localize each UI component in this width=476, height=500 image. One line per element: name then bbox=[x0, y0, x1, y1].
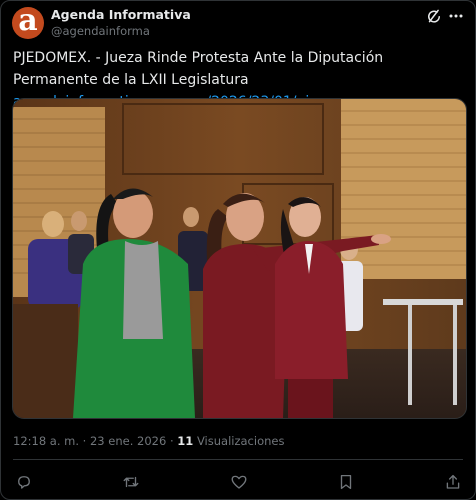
views-count: 11 bbox=[177, 434, 194, 448]
tweet-date[interactable]: 23 ene. 2026 bbox=[90, 434, 166, 448]
share-icon bbox=[446, 474, 460, 489]
share-button[interactable] bbox=[442, 471, 464, 493]
tweet-photo[interactable] bbox=[12, 98, 467, 419]
views-label: Visualizaciones bbox=[196, 434, 285, 448]
avatar[interactable]: a bbox=[12, 7, 44, 39]
divider bbox=[13, 459, 463, 460]
grok-icon[interactable] bbox=[425, 7, 443, 25]
meta-separator: · bbox=[82, 434, 87, 448]
meta-separator-2: · bbox=[169, 434, 174, 448]
heart-icon bbox=[231, 475, 247, 489]
bookmark-button[interactable] bbox=[335, 471, 357, 493]
photo-illustration bbox=[13, 99, 466, 418]
bookmark-icon bbox=[340, 474, 352, 490]
tweet-meta: 12:18 a. m. · 23 ene. 2026 · 11 Visualiz… bbox=[13, 434, 284, 448]
account-handle[interactable]: @agendainforma bbox=[51, 24, 150, 38]
more-icon[interactable] bbox=[448, 10, 464, 22]
tweet-card[interactable]: a Agenda Informativa @agendainforma PJED… bbox=[0, 0, 476, 500]
account-name[interactable]: Agenda Informativa bbox=[51, 7, 191, 22]
retweet-icon bbox=[123, 476, 139, 488]
like-button[interactable] bbox=[228, 471, 250, 493]
retweet-button[interactable] bbox=[120, 471, 142, 493]
avatar-letter: a bbox=[18, 7, 38, 38]
reply-button[interactable] bbox=[13, 471, 35, 493]
tweet-body: PJEDOMEX. - Jueza Rinde Protesta Ante la… bbox=[13, 50, 384, 88]
reply-icon bbox=[18, 476, 30, 489]
action-bar bbox=[1, 471, 475, 493]
tweet-time[interactable]: 12:18 a. m. bbox=[13, 434, 79, 448]
